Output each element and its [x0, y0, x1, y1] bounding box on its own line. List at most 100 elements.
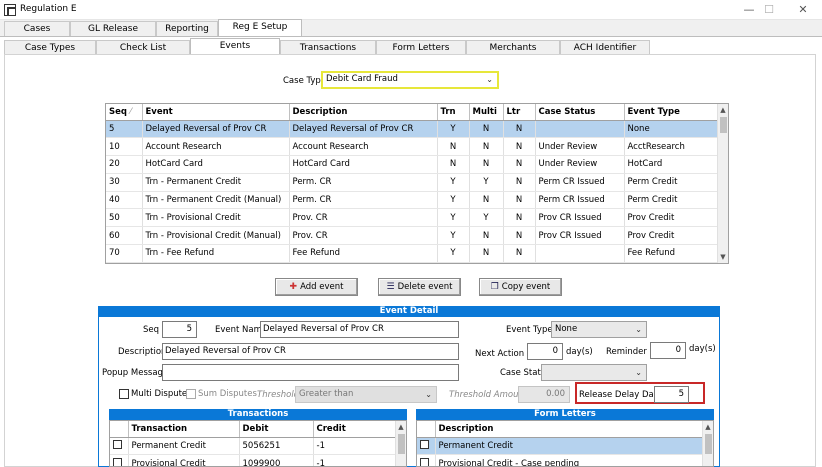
tab-ach-identifier[interactable]: ACH Identifier [560, 40, 650, 55]
tab-cases[interactable]: Cases [4, 21, 70, 36]
form-letters-scrollbar[interactable]: ▲ [702, 421, 713, 466]
events-row[interactable]: 50 Trn - Provisional Credit Prov. CR Y Y N Pro… [106, 208, 719, 228]
tab-transactions[interactable]: Transactions [280, 40, 376, 55]
events-grid[interactable]: Seq ⁄ Event Description Trn Multi Ltr Ca… [105, 103, 729, 264]
row-checkbox-cell[interactable] [110, 454, 129, 466]
events-row[interactable]: 70 Trn - Fee Refund Fee Refund Y N N Fee Refun… [106, 244, 719, 263]
col-seq[interactable]: Seq ⁄ [106, 104, 143, 121]
form-letter-row[interactable]: Provisional Credit - Case pending [417, 454, 705, 466]
popup-message-input[interactable] [162, 364, 459, 381]
scroll-up-icon[interactable]: ▲ [718, 104, 728, 116]
scroll-thumb[interactable] [720, 117, 727, 133]
next-action-input[interactable]: 0 [527, 343, 563, 360]
scroll-thumb[interactable] [398, 434, 405, 454]
cell-case-status: Perm CR Issued [535, 173, 625, 192]
close-button[interactable]: ✕ [788, 0, 818, 20]
scroll-thumb[interactable] [705, 434, 712, 454]
maximize-button[interactable]: ☐ [754, 0, 784, 20]
col-event-type[interactable]: Event Type [624, 104, 719, 121]
row-checkbox[interactable] [113, 439, 122, 449]
reminder-input[interactable]: 0 [650, 342, 686, 359]
case-state-select[interactable]: ⌄ [541, 364, 647, 381]
tab-gl-release[interactable]: GL Release [70, 21, 156, 36]
row-checkbox[interactable] [420, 457, 429, 466]
row-checkbox-cell[interactable] [417, 437, 436, 456]
transactions-scrollbar[interactable]: ▲ [395, 421, 406, 466]
tab-reporting[interactable]: Reporting [156, 21, 218, 36]
transactions-header: Transactions [109, 409, 407, 420]
cell-ltr: N [503, 173, 536, 192]
row-checkbox-cell[interactable] [417, 454, 436, 466]
cell-event: Trn - Provisional Credit (Manual) [142, 226, 290, 246]
tab-form-letters[interactable]: Form Letters [376, 40, 466, 55]
cell-letter-description: Permanent Credit [435, 437, 705, 456]
cell-description: Prov. CR [289, 226, 438, 246]
multi-dispute-checkbox[interactable] [119, 389, 129, 399]
col-event[interactable]: Event [142, 104, 290, 121]
events-row[interactable]: 60 Trn - Provisional Credit (Manual) Prov.… [106, 226, 719, 246]
tab-case-types[interactable]: Case Types [4, 40, 96, 55]
delete-event-button[interactable]: ☰ Delete event [378, 278, 461, 296]
cell-seq: 70 [106, 244, 143, 263]
col-trn[interactable]: Trn [437, 104, 470, 121]
sum-disputes-checkbox[interactable] [186, 389, 196, 399]
row-checkbox[interactable] [113, 457, 122, 466]
events-row[interactable]: 20 HotCard Card HotCard Card N N N Under Revie… [106, 155, 719, 174]
main-tab-bar: Cases GL Release Reporting Reg E Setup [0, 19, 822, 36]
cell-seq: 5 [106, 120, 143, 139]
events-row[interactable]: 10 Account Research Account Research N N N Und… [106, 137, 719, 157]
cell-multi: N [469, 120, 504, 139]
event-name-input[interactable]: Delayed Reversal of Prov CR [260, 321, 459, 338]
tab-merchants[interactable]: Merchants [466, 40, 560, 55]
tab-check-list[interactable]: Check List [96, 40, 190, 55]
release-delay-input[interactable]: 5 [654, 386, 689, 403]
cell-case-status: Under Review [535, 137, 625, 157]
col-transaction[interactable]: Transaction [128, 421, 240, 438]
col-credit[interactable]: Credit [313, 421, 398, 438]
cell-description: Account Research [289, 137, 438, 157]
row-checkbox[interactable] [420, 439, 429, 449]
threshold-select[interactable]: Greater than ⌄ [295, 386, 437, 403]
threshold-amount-input[interactable]: 0.00 [518, 386, 570, 403]
col-case-status[interactable]: Case Status [535, 104, 625, 121]
cell-multi: N [469, 155, 504, 174]
form-letters-grid[interactable]: Description Permanent Credit Provisional … [416, 420, 714, 467]
events-row[interactable]: 5 Delayed Reversal of Prov CR Delayed Reve… [106, 120, 719, 139]
col-multi[interactable]: Multi [469, 104, 504, 121]
events-row[interactable]: 30 Trn - Permanent Credit Perm. CR Y Y N Perm … [106, 173, 719, 192]
cell-event-type: HotCard [624, 155, 719, 174]
description-input[interactable]: Delayed Reversal of Prov CR [162, 343, 459, 360]
multi-dispute-label: Multi Dispute [131, 389, 188, 399]
cell-event: HotCard Card [142, 155, 290, 174]
add-event-button[interactable]: ✚ Add event [275, 278, 358, 296]
case-type-select[interactable]: Debit Card Fraud ⌄ [321, 71, 499, 89]
transaction-row[interactable]: Provisional Credit 1099900 -1 [110, 454, 398, 466]
tab-events[interactable]: Events [190, 38, 280, 55]
cell-trn: Y [437, 120, 470, 139]
transactions-grid[interactable]: Transaction Debit Credit Permanent Credi… [109, 420, 407, 467]
events-row[interactable]: 40 Trn - Permanent Credit (Manual) Perm. C… [106, 191, 719, 210]
copy-event-button[interactable]: ❐ Copy event [479, 278, 562, 296]
col-debit[interactable]: Debit [239, 421, 314, 438]
scroll-up-icon[interactable]: ▲ [396, 421, 406, 433]
col-select [417, 421, 436, 438]
col-ltr[interactable]: Ltr [503, 104, 536, 121]
col-letter-description[interactable]: Description [435, 421, 705, 438]
events-scrollbar[interactable]: ▲ ▼ [717, 104, 728, 263]
scroll-up-icon[interactable]: ▲ [703, 421, 713, 433]
tab-reg-e-setup[interactable]: Reg E Setup [218, 19, 302, 36]
transaction-row[interactable]: Permanent Credit 5056251 -1 [110, 437, 398, 456]
seq-label: Seq [143, 325, 160, 335]
next-action-label: Next Action + [475, 349, 534, 359]
cell-seq: 40 [106, 191, 143, 210]
events-header-row: Seq ⁄ Event Description Trn Multi Ltr Ca… [106, 104, 719, 121]
seq-input[interactable]: 5 [162, 321, 197, 338]
cell-trn: Y [437, 244, 470, 263]
form-letter-row[interactable]: Permanent Credit [417, 437, 705, 456]
cell-credit: -1 [313, 454, 398, 466]
col-description[interactable]: Description [289, 104, 438, 121]
event-type-select[interactable]: None ⌄ [551, 321, 647, 338]
scroll-down-icon[interactable]: ▼ [718, 251, 728, 263]
cell-event: Account Research [142, 137, 290, 157]
row-checkbox-cell[interactable] [110, 437, 129, 456]
